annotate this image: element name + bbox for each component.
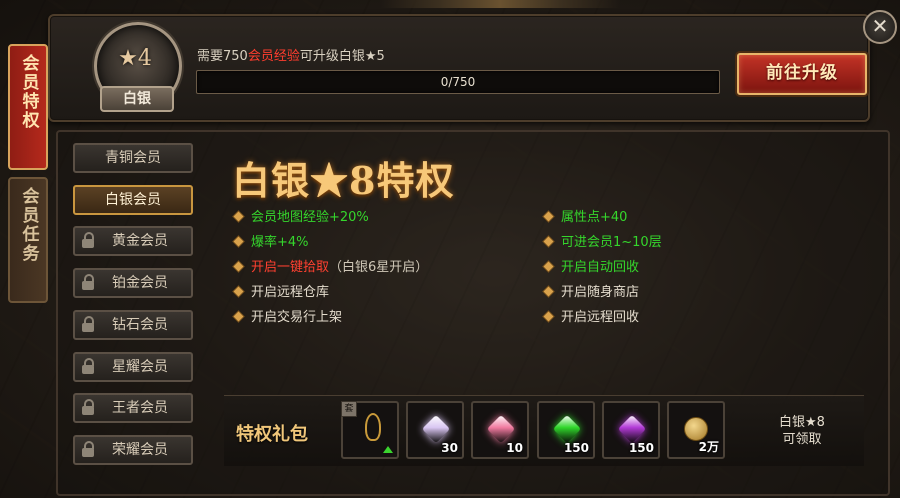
tab-label: 会员任务 (18, 187, 39, 263)
gift-item-slot[interactable]: 150 (602, 401, 660, 459)
perk-text: 会员地图经验+20% (251, 210, 369, 225)
perk-text: 属性点+40 (561, 210, 628, 225)
gift-item-slot[interactable]: 2万 (667, 401, 725, 459)
privilege-perk: 可进会员1~10层 (543, 231, 662, 250)
pink-gem-icon (486, 414, 516, 444)
item-count: 10 (506, 441, 523, 455)
purple-gem-icon (617, 414, 647, 444)
star-icon: ★ (118, 46, 138, 71)
diamond-bullet-icon (543, 286, 554, 297)
diamond-bullet-icon (543, 311, 554, 322)
tab-label: 会员特权 (18, 54, 39, 130)
privilege-perk: 爆率+4% (233, 231, 309, 250)
purple-diamond-icon (421, 414, 451, 444)
need-prefix: 需要750 (197, 49, 248, 64)
item-count: 2万 (698, 440, 719, 454)
diamond-bullet-icon (543, 236, 554, 247)
gift-item-slot[interactable]: 30 (406, 401, 464, 459)
member-tier-item[interactable]: 钻石会员 (73, 309, 193, 340)
member-tier-label: 星耀会员 (112, 358, 168, 375)
level-number: 4 (137, 46, 152, 71)
perk-text: 开启远程仓库 (251, 285, 330, 300)
claim-tier: 白银★8 (779, 415, 825, 430)
diamond-bullet-icon (233, 236, 244, 247)
experience-progress-bar: 0/750 (196, 70, 720, 94)
privilege-perk: 开启自动回收 (543, 256, 640, 275)
tab-member-tasks[interactable]: 会员任务 (8, 177, 48, 303)
perk-text: 开启自动回收 (561, 260, 640, 275)
need-suffix: 可升级白银★5 (299, 49, 385, 64)
lock-icon (81, 399, 95, 416)
privilege-title: 白银★8特权 (232, 158, 455, 203)
member-tier-label: 黄金会员 (112, 233, 168, 250)
top-decoration (380, 0, 620, 8)
level-star-count: ★4 (88, 46, 182, 71)
diamond-bullet-icon (543, 261, 554, 272)
diamond-bullet-icon (233, 261, 244, 272)
member-tier-item[interactable]: 王者会员 (73, 393, 193, 424)
member-tier-label: 王者会员 (112, 400, 168, 417)
claim-label: 可领取 (782, 432, 822, 447)
privilege-perk: 开启一键拾取（白银6星开启） (233, 256, 429, 275)
item-count: 150 (628, 441, 654, 455)
lamp-icon (365, 413, 381, 441)
member-tier-item[interactable]: 星耀会员 (73, 351, 193, 382)
tab-member-privileges[interactable]: 会员特权 (8, 44, 48, 170)
gift-item-slot[interactable]: 10 (471, 401, 529, 459)
perk-text: 开启交易行上架 (251, 310, 343, 325)
perk-text: 开启随身商店 (561, 285, 640, 300)
lock-icon (81, 315, 95, 332)
member-tier-item[interactable]: 黄金会员 (73, 226, 193, 257)
perk-note: （白银6星开启） (329, 260, 429, 275)
member-tier-item[interactable]: 荣耀会员 (73, 434, 193, 465)
diamond-bullet-icon (233, 211, 244, 222)
set-tag: 套 (341, 401, 357, 417)
diamond-bullet-icon (543, 211, 554, 222)
member-tier-label: 白银会员 (105, 191, 161, 208)
close-icon[interactable]: ✕ (863, 10, 897, 44)
member-tier-label: 铂金会员 (112, 275, 168, 292)
perk-text: 爆率+4% (251, 235, 309, 250)
member-tier-item[interactable]: 青铜会员 (73, 143, 193, 173)
gift-item-slot[interactable]: 150 (537, 401, 595, 459)
gift-title: 特权礼包 (236, 424, 308, 445)
go-upgrade-button[interactable]: 前往升级 (737, 53, 867, 95)
member-tier-item[interactable]: 铂金会员 (73, 268, 193, 299)
upgrade-requirement-text: 需要750会员经验可升级白银★5 (197, 45, 385, 64)
need-highlight: 会员经验 (247, 49, 300, 64)
perk-text: 开启远程回收 (561, 310, 640, 325)
upgrade-arrow-icon (383, 446, 393, 453)
diamond-bullet-icon (233, 286, 244, 297)
member-tier-label: 钻石会员 (112, 316, 168, 333)
lock-icon (81, 440, 95, 457)
member-tier-item[interactable]: 白银会员 (73, 184, 193, 215)
member-tier-label: 荣耀会员 (112, 441, 168, 458)
privilege-perk: 开启交易行上架 (233, 306, 343, 325)
privilege-perk: 开启远程回收 (543, 306, 640, 325)
privilege-perk: 开启随身商店 (543, 281, 640, 300)
diamond-bullet-icon (233, 311, 244, 322)
tier-ribbon: 白银 (100, 86, 174, 112)
progress-text: 0/750 (440, 75, 476, 89)
privilege-perk: 会员地图经验+20% (233, 206, 369, 225)
privilege-perk: 开启远程仓库 (233, 281, 330, 300)
green-gem-icon (552, 414, 582, 444)
member-tier-label: 青铜会员 (105, 150, 161, 166)
lock-icon (81, 232, 95, 249)
lock-icon (81, 274, 95, 291)
privilege-perk: 属性点+40 (543, 206, 628, 225)
lock-icon (81, 357, 95, 374)
perk-text: 开启一键拾取 (251, 260, 330, 275)
item-count: 30 (441, 441, 458, 455)
perk-text: 可进会员1~10层 (561, 235, 662, 250)
item-count: 150 (563, 441, 589, 455)
level-emblem: ★4 白银 (88, 22, 182, 114)
claim-status: 白银★8 可领取 (760, 414, 844, 448)
